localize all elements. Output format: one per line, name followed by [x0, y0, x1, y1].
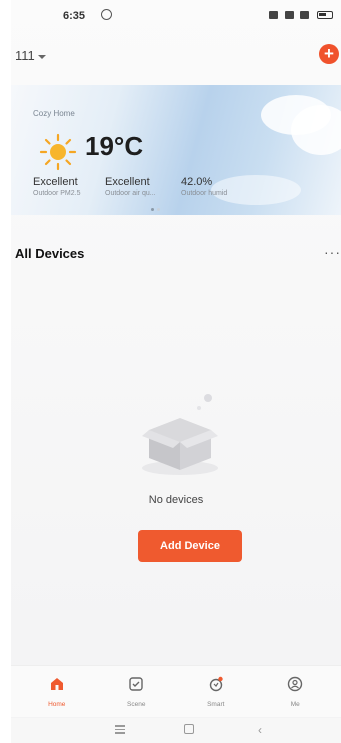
- temperature: 19°C: [85, 131, 144, 161]
- tab-me[interactable]: Me: [265, 666, 325, 717]
- metric-humidity: 42.0% Outdoor humid: [181, 176, 227, 197]
- wifi-icon: [300, 10, 310, 19]
- smart-icon: [209, 676, 223, 692]
- section-title: All Devices: [15, 246, 85, 261]
- home-selector-label: 111: [15, 48, 35, 63]
- home-name: Cozy Home: [33, 109, 75, 118]
- metric-value: Excellent: [105, 176, 150, 188]
- more-button[interactable]: ···: [324, 244, 341, 260]
- tab-smart[interactable]: Smart: [186, 666, 246, 717]
- back-icon[interactable]: ‹: [258, 723, 262, 737]
- alarm-icon: [101, 9, 112, 20]
- chevron-down-icon: [37, 54, 46, 59]
- bluetooth-icon: [269, 10, 279, 19]
- pager-dot: [151, 208, 154, 211]
- add-device-button[interactable]: Add Device: [138, 530, 242, 562]
- tab-label: Smart: [207, 701, 225, 708]
- status-bar: 6:35: [11, 0, 341, 30]
- cloud-decoration: [291, 105, 341, 155]
- tab-home[interactable]: Home: [27, 666, 87, 717]
- add-button[interactable]: +: [319, 44, 339, 64]
- metric-label: Outdoor air qu...: [105, 190, 156, 197]
- sun-icon: [39, 133, 77, 171]
- empty-state-text: No devices: [148, 494, 204, 506]
- scene-icon: [129, 677, 143, 691]
- metric-label: Outdoor humid: [181, 190, 228, 197]
- tab-scene[interactable]: Scene: [106, 666, 166, 717]
- home-icon: [50, 678, 63, 690]
- pager-dot: [157, 208, 160, 211]
- me-icon: [288, 676, 303, 692]
- metric-value: 42.0%: [181, 176, 213, 188]
- metric-label: Outdoor PM2.5: [33, 190, 81, 197]
- battery-icon: [317, 10, 333, 19]
- metric-air-quality: Excellent Outdoor air qu...: [105, 176, 156, 197]
- empty-box-illustration: [142, 394, 218, 475]
- home-selector[interactable]: 111: [15, 48, 46, 63]
- status-icons: [266, 9, 333, 19]
- pager-dots: [151, 208, 160, 211]
- tab-label: Scene: [127, 701, 146, 708]
- square-icon[interactable]: [184, 724, 194, 734]
- menu-icon[interactable]: [115, 725, 125, 736]
- tab-label: Me: [290, 701, 300, 708]
- system-nav-bar: ‹: [11, 718, 341, 743]
- tab-label: Home: [48, 701, 66, 708]
- signal-icon: [284, 10, 294, 19]
- metric-value: Excellent: [33, 176, 78, 188]
- bottom-tab-bar: Home Scene Smart Me: [11, 665, 341, 717]
- status-time: 6:35: [63, 10, 86, 22]
- app-screen: 6:35 111 + Cozy Home 19°C Excellent Outd…: [11, 0, 341, 743]
- metric-pm25: Excellent Outdoor PM2.5: [33, 176, 80, 197]
- weather-card[interactable]: Cozy Home 19°C Excellent Outdoor PM2.5 E…: [11, 85, 341, 215]
